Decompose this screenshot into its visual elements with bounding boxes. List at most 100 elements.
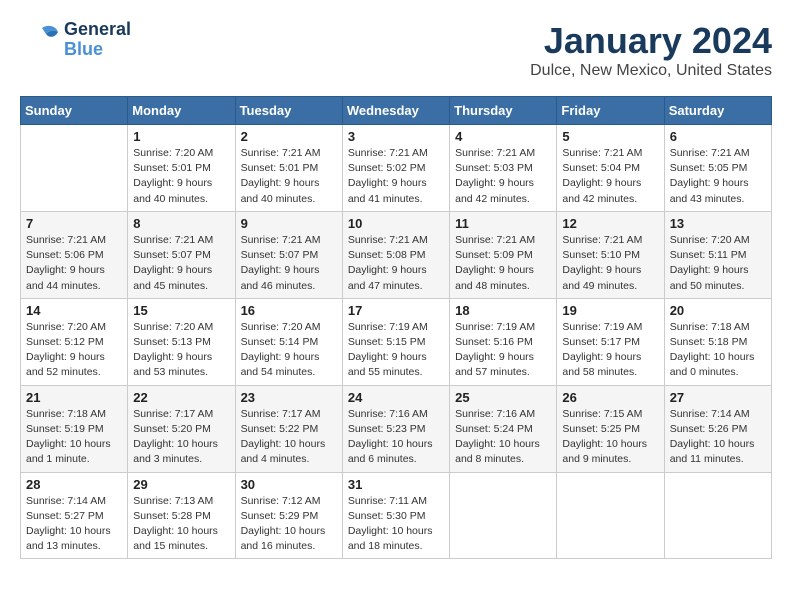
day-number: 30 [241,477,337,492]
sunrise: Sunrise: 7:16 AM [455,408,535,420]
calendar-cell: 27 Sunrise: 7:14 AM Sunset: 5:26 PM Dayl… [664,385,771,472]
sunrise: Sunrise: 7:12 AM [241,495,321,507]
daylight: Daylight: 10 hours and 8 minutes. [455,438,540,465]
day-number: 26 [562,390,658,405]
day-info: Sunrise: 7:21 AM Sunset: 5:08 PM Dayligh… [348,233,444,294]
daylight: Daylight: 10 hours and 13 minutes. [26,525,111,552]
day-info: Sunrise: 7:19 AM Sunset: 5:15 PM Dayligh… [348,320,444,381]
sunrise: Sunrise: 7:11 AM [348,495,427,507]
day-number: 15 [133,303,229,318]
daylight: Daylight: 9 hours and 54 minutes. [241,351,320,378]
day-info: Sunrise: 7:14 AM Sunset: 5:26 PM Dayligh… [670,407,766,468]
sunrise: Sunrise: 7:20 AM [26,321,106,333]
day-number: 4 [455,129,551,144]
day-of-week-header: Monday [128,97,235,125]
sunset: Sunset: 5:23 PM [348,423,426,435]
sunrise: Sunrise: 7:17 AM [133,408,213,420]
calendar-cell: 31 Sunrise: 7:11 AM Sunset: 5:30 PM Dayl… [342,472,449,559]
daylight: Daylight: 10 hours and 15 minutes. [133,525,218,552]
day-number: 27 [670,390,766,405]
calendar-cell: 16 Sunrise: 7:20 AM Sunset: 5:14 PM Dayl… [235,298,342,385]
day-of-week-header: Sunday [21,97,128,125]
day-info: Sunrise: 7:21 AM Sunset: 5:01 PM Dayligh… [241,146,337,207]
daylight: Daylight: 9 hours and 57 minutes. [455,351,534,378]
logo-text: General Blue [64,20,131,60]
daylight: Daylight: 9 hours and 48 minutes. [455,264,534,291]
day-number: 13 [670,216,766,231]
location: Dulce, New Mexico, United States [530,62,772,80]
calendar-cell: 12 Sunrise: 7:21 AM Sunset: 5:10 PM Dayl… [557,211,664,298]
sunrise: Sunrise: 7:21 AM [348,147,428,159]
daylight: Daylight: 10 hours and 1 minute. [26,438,111,465]
day-number: 2 [241,129,337,144]
day-info: Sunrise: 7:12 AM Sunset: 5:29 PM Dayligh… [241,494,337,555]
day-number: 24 [348,390,444,405]
day-number: 11 [455,216,551,231]
sunset: Sunset: 5:13 PM [133,336,211,348]
sunrise: Sunrise: 7:16 AM [348,408,428,420]
day-info: Sunrise: 7:19 AM Sunset: 5:17 PM Dayligh… [562,320,658,381]
sunrise: Sunrise: 7:18 AM [670,321,750,333]
calendar-cell: 13 Sunrise: 7:20 AM Sunset: 5:11 PM Dayl… [664,211,771,298]
logo-general: General [64,20,131,40]
daylight: Daylight: 9 hours and 45 minutes. [133,264,212,291]
calendar-cell: 10 Sunrise: 7:21 AM Sunset: 5:08 PM Dayl… [342,211,449,298]
day-of-week-header: Tuesday [235,97,342,125]
day-number: 9 [241,216,337,231]
month-title: January 2024 [530,20,772,62]
daylight: Daylight: 10 hours and 11 minutes. [670,438,755,465]
sunrise: Sunrise: 7:20 AM [133,321,213,333]
day-number: 16 [241,303,337,318]
day-info: Sunrise: 7:20 AM Sunset: 5:11 PM Dayligh… [670,233,766,294]
calendar-cell: 14 Sunrise: 7:20 AM Sunset: 5:12 PM Dayl… [21,298,128,385]
calendar-table: SundayMondayTuesdayWednesdayThursdayFrid… [20,96,772,559]
calendar-cell: 11 Sunrise: 7:21 AM Sunset: 5:09 PM Dayl… [450,211,557,298]
calendar-cell: 20 Sunrise: 7:18 AM Sunset: 5:18 PM Dayl… [664,298,771,385]
calendar-week-row: 28 Sunrise: 7:14 AM Sunset: 5:27 PM Dayl… [21,472,772,559]
calendar-cell: 26 Sunrise: 7:15 AM Sunset: 5:25 PM Dayl… [557,385,664,472]
calendar-cell: 15 Sunrise: 7:20 AM Sunset: 5:13 PM Dayl… [128,298,235,385]
day-info: Sunrise: 7:18 AM Sunset: 5:19 PM Dayligh… [26,407,122,468]
day-number: 21 [26,390,122,405]
sunrise: Sunrise: 7:21 AM [670,147,750,159]
day-info: Sunrise: 7:20 AM Sunset: 5:01 PM Dayligh… [133,146,229,207]
daylight: Daylight: 10 hours and 4 minutes. [241,438,326,465]
calendar-cell: 3 Sunrise: 7:21 AM Sunset: 5:02 PM Dayli… [342,125,449,212]
calendar-week-row: 7 Sunrise: 7:21 AM Sunset: 5:06 PM Dayli… [21,211,772,298]
day-number: 17 [348,303,444,318]
sunset: Sunset: 5:24 PM [455,423,533,435]
day-number: 6 [670,129,766,144]
calendar-header-row: SundayMondayTuesdayWednesdayThursdayFrid… [21,97,772,125]
sunset: Sunset: 5:06 PM [26,249,104,261]
sunrise: Sunrise: 7:13 AM [133,495,213,507]
day-number: 3 [348,129,444,144]
sunrise: Sunrise: 7:15 AM [562,408,642,420]
day-number: 7 [26,216,122,231]
daylight: Daylight: 9 hours and 53 minutes. [133,351,212,378]
sunset: Sunset: 5:26 PM [670,423,748,435]
day-info: Sunrise: 7:21 AM Sunset: 5:04 PM Dayligh… [562,146,658,207]
logo-blue: Blue [64,40,131,60]
day-number: 28 [26,477,122,492]
day-info: Sunrise: 7:14 AM Sunset: 5:27 PM Dayligh… [26,494,122,555]
day-info: Sunrise: 7:16 AM Sunset: 5:24 PM Dayligh… [455,407,551,468]
day-info: Sunrise: 7:20 AM Sunset: 5:12 PM Dayligh… [26,320,122,381]
calendar-cell: 25 Sunrise: 7:16 AM Sunset: 5:24 PM Dayl… [450,385,557,472]
sunrise: Sunrise: 7:21 AM [455,147,535,159]
sunset: Sunset: 5:14 PM [241,336,319,348]
day-info: Sunrise: 7:16 AM Sunset: 5:23 PM Dayligh… [348,407,444,468]
day-number: 12 [562,216,658,231]
sunrise: Sunrise: 7:18 AM [26,408,106,420]
calendar-cell: 22 Sunrise: 7:17 AM Sunset: 5:20 PM Dayl… [128,385,235,472]
sunrise: Sunrise: 7:20 AM [670,234,750,246]
calendar-cell: 28 Sunrise: 7:14 AM Sunset: 5:27 PM Dayl… [21,472,128,559]
day-info: Sunrise: 7:21 AM Sunset: 5:05 PM Dayligh… [670,146,766,207]
sunset: Sunset: 5:20 PM [133,423,211,435]
page-header: General Blue January 2024 Dulce, New Mex… [20,20,772,80]
calendar-cell: 6 Sunrise: 7:21 AM Sunset: 5:05 PM Dayli… [664,125,771,212]
day-info: Sunrise: 7:11 AM Sunset: 5:30 PM Dayligh… [348,494,444,555]
daylight: Daylight: 10 hours and 9 minutes. [562,438,647,465]
daylight: Daylight: 10 hours and 6 minutes. [348,438,433,465]
daylight: Daylight: 9 hours and 47 minutes. [348,264,427,291]
calendar-week-row: 14 Sunrise: 7:20 AM Sunset: 5:12 PM Dayl… [21,298,772,385]
